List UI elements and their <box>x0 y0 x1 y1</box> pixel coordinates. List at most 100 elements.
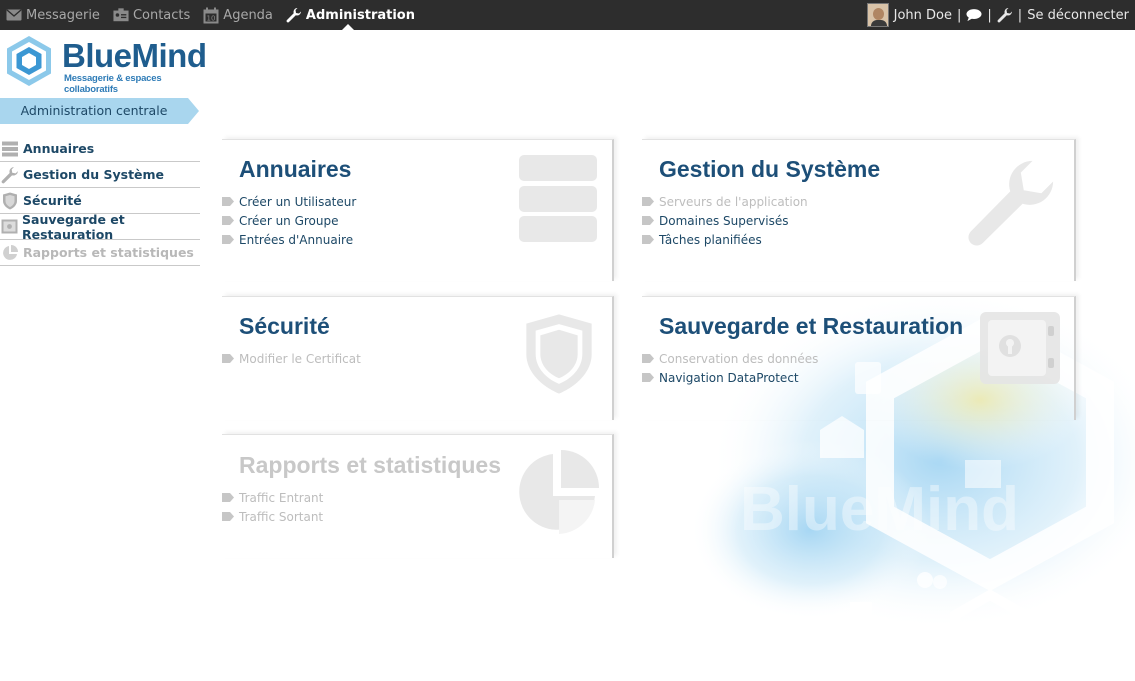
card-links: Conservation des données Navigation Data… <box>642 349 818 387</box>
nav-contacts[interactable]: Contacts <box>113 0 190 30</box>
arrow-bullet-icon <box>222 230 239 249</box>
link-traffic-entrant[interactable]: Traffic Entrant <box>222 488 323 507</box>
nav-contacts-label: Contacts <box>132 7 191 23</box>
link-creer-groupe[interactable]: Créer un Groupe <box>222 211 356 230</box>
arrow-bullet-icon <box>222 192 239 211</box>
chat-icon[interactable] <box>966 7 982 23</box>
link-label: Domaines Supervisés <box>659 213 789 228</box>
link-label: Conservation des données <box>659 351 819 366</box>
bluemind-logo[interactable]: BlueMind Messagerie & espaces collaborat… <box>2 34 212 95</box>
nav-administration[interactable]: Administration <box>286 0 415 30</box>
logout-link[interactable]: Se déconnecter <box>1027 8 1129 23</box>
sidebar-item-label: Gestion du Système <box>23 167 165 182</box>
link-label: Entrées d'Annuaire <box>239 232 354 247</box>
pie-chart-icon <box>1 244 19 262</box>
sidebar-item-annuaires[interactable]: Annuaires <box>0 136 200 162</box>
user-menu: John Doe | | | Se déconnecter <box>866 0 1129 30</box>
link-label: Tâches planifiées <box>659 232 762 247</box>
arrow-bullet-icon <box>642 349 659 368</box>
link-label: Traffic Sortant <box>239 509 324 524</box>
settings-wrench-icon[interactable] <box>997 7 1013 23</box>
separator: | <box>1017 7 1023 23</box>
card-title: Sécurité <box>239 313 330 339</box>
sidebar-item-label: Rapports et statistiques <box>23 245 194 260</box>
arrow-bullet-icon <box>642 211 659 230</box>
card-links: Modifier le Certificat <box>222 349 361 368</box>
nav-agenda-label: Agenda <box>223 7 273 23</box>
arrow-bullet-icon <box>222 507 239 526</box>
link-modifier-certificat[interactable]: Modifier le Certificat <box>222 349 361 368</box>
card-links: Créer un Utilisateur Créer un Groupe Ent… <box>222 192 356 249</box>
top-bar: Messagerie Contacts 10 Agenda Administra… <box>0 0 1135 30</box>
svg-text:BlueMind: BlueMind <box>740 475 1019 544</box>
arrow-bullet-icon <box>222 211 239 230</box>
card-title: Annuaires <box>239 156 352 182</box>
user-name[interactable]: John Doe <box>894 8 952 23</box>
link-entrees-annuaire[interactable]: Entrées d'Annuaire <box>222 230 356 249</box>
safe-icon <box>1 218 18 236</box>
logo-hexagon-icon <box>7 36 51 86</box>
directory-icon <box>1 140 19 158</box>
sidebar-item-sauvegarde[interactable]: Sauvegarde et Restauration <box>0 211 200 242</box>
directory-icon <box>519 155 597 242</box>
card-rapports: Rapports et statistiques Traffic Entrant… <box>222 436 612 558</box>
arrow-bullet-icon <box>642 192 659 211</box>
sidebar-item-label: Annuaires <box>23 141 95 156</box>
link-label: Navigation DataProtect <box>659 370 799 385</box>
card-links: Traffic Entrant Traffic Sortant <box>222 488 323 526</box>
link-taches-planifiees[interactable]: Tâches planifiées <box>642 230 808 249</box>
card-annuaires: Annuaires Créer un Utilisateur Créer un … <box>222 141 612 281</box>
calendar-icon: 10 <box>203 7 219 23</box>
card-title: Sauvegarde et Restauration <box>659 313 964 339</box>
avatar[interactable] <box>866 3 889 27</box>
shield-icon <box>526 314 592 394</box>
card-sauvegarde: Sauvegarde et Restauration Conservation … <box>642 298 1074 420</box>
sidebar-item-rapports[interactable]: Rapports et statistiques <box>0 240 200 266</box>
link-label: Créer un Utilisateur <box>239 194 357 209</box>
card-systeme: Gestion du Système Serveurs de l'applica… <box>642 141 1074 281</box>
app-nav: Messagerie Contacts 10 Agenda Administra… <box>6 0 415 30</box>
logo-tagline: Messagerie & espaces collaboratifs <box>64 73 162 95</box>
shield-icon <box>1 192 19 210</box>
sidebar: Annuaires Gestion du Système Sécurité Sa… <box>0 136 200 266</box>
banner-label: Administration centrale <box>20 103 168 118</box>
link-label: Serveurs de l'application <box>659 194 808 209</box>
wrench-icon <box>286 7 302 23</box>
arrow-bullet-icon <box>642 230 659 249</box>
pie-chart-icon <box>519 450 599 534</box>
card-title: Rapports et statistiques <box>239 452 501 478</box>
sidebar-item-label: Sécurité <box>23 193 82 208</box>
link-domaines-supervises[interactable]: Domaines Supervisés <box>642 211 808 230</box>
contacts-icon <box>113 7 129 23</box>
separator: | <box>957 7 962 23</box>
link-label: Créer un Groupe <box>239 213 339 228</box>
card-title: Gestion du Système <box>659 156 881 182</box>
arrow-bullet-icon <box>642 368 659 387</box>
link-traffic-sortant[interactable]: Traffic Sortant <box>222 507 323 526</box>
wrench-icon <box>968 160 1054 246</box>
nav-messagerie[interactable]: Messagerie <box>6 0 100 30</box>
sidebar-item-label: Sauvegarde et Restauration <box>22 211 125 242</box>
safe-icon <box>980 312 1060 384</box>
arrow-bullet-icon <box>222 488 239 507</box>
link-navigation-dataprotect[interactable]: Navigation DataProtect <box>642 368 818 387</box>
separator: | <box>987 7 992 23</box>
section-banner: Administration centrale <box>0 98 199 124</box>
nav-agenda[interactable]: 10 Agenda <box>203 0 273 30</box>
link-conservation-donnees[interactable]: Conservation des données <box>642 349 818 368</box>
card-links: Serveurs de l'application Domaines Super… <box>642 192 808 249</box>
mail-icon <box>6 7 22 23</box>
link-label: Modifier le Certificat <box>239 351 361 366</box>
card-securite: Sécurité Modifier le Certificat <box>222 298 612 420</box>
link-serveurs-application[interactable]: Serveurs de l'application <box>642 192 808 211</box>
sidebar-item-securite[interactable]: Sécurité <box>0 188 200 214</box>
svg-text:10: 10 <box>207 14 216 22</box>
logo-wordmark: BlueMind <box>62 37 207 74</box>
link-creer-utilisateur[interactable]: Créer un Utilisateur <box>222 192 356 211</box>
arrow-bullet-icon <box>222 349 239 368</box>
link-label: Traffic Entrant <box>239 490 324 505</box>
nav-messagerie-label: Messagerie <box>26 7 100 23</box>
nav-administration-label: Administration <box>305 7 415 23</box>
wrench-icon <box>1 166 19 184</box>
sidebar-item-systeme[interactable]: Gestion du Système <box>0 162 200 188</box>
